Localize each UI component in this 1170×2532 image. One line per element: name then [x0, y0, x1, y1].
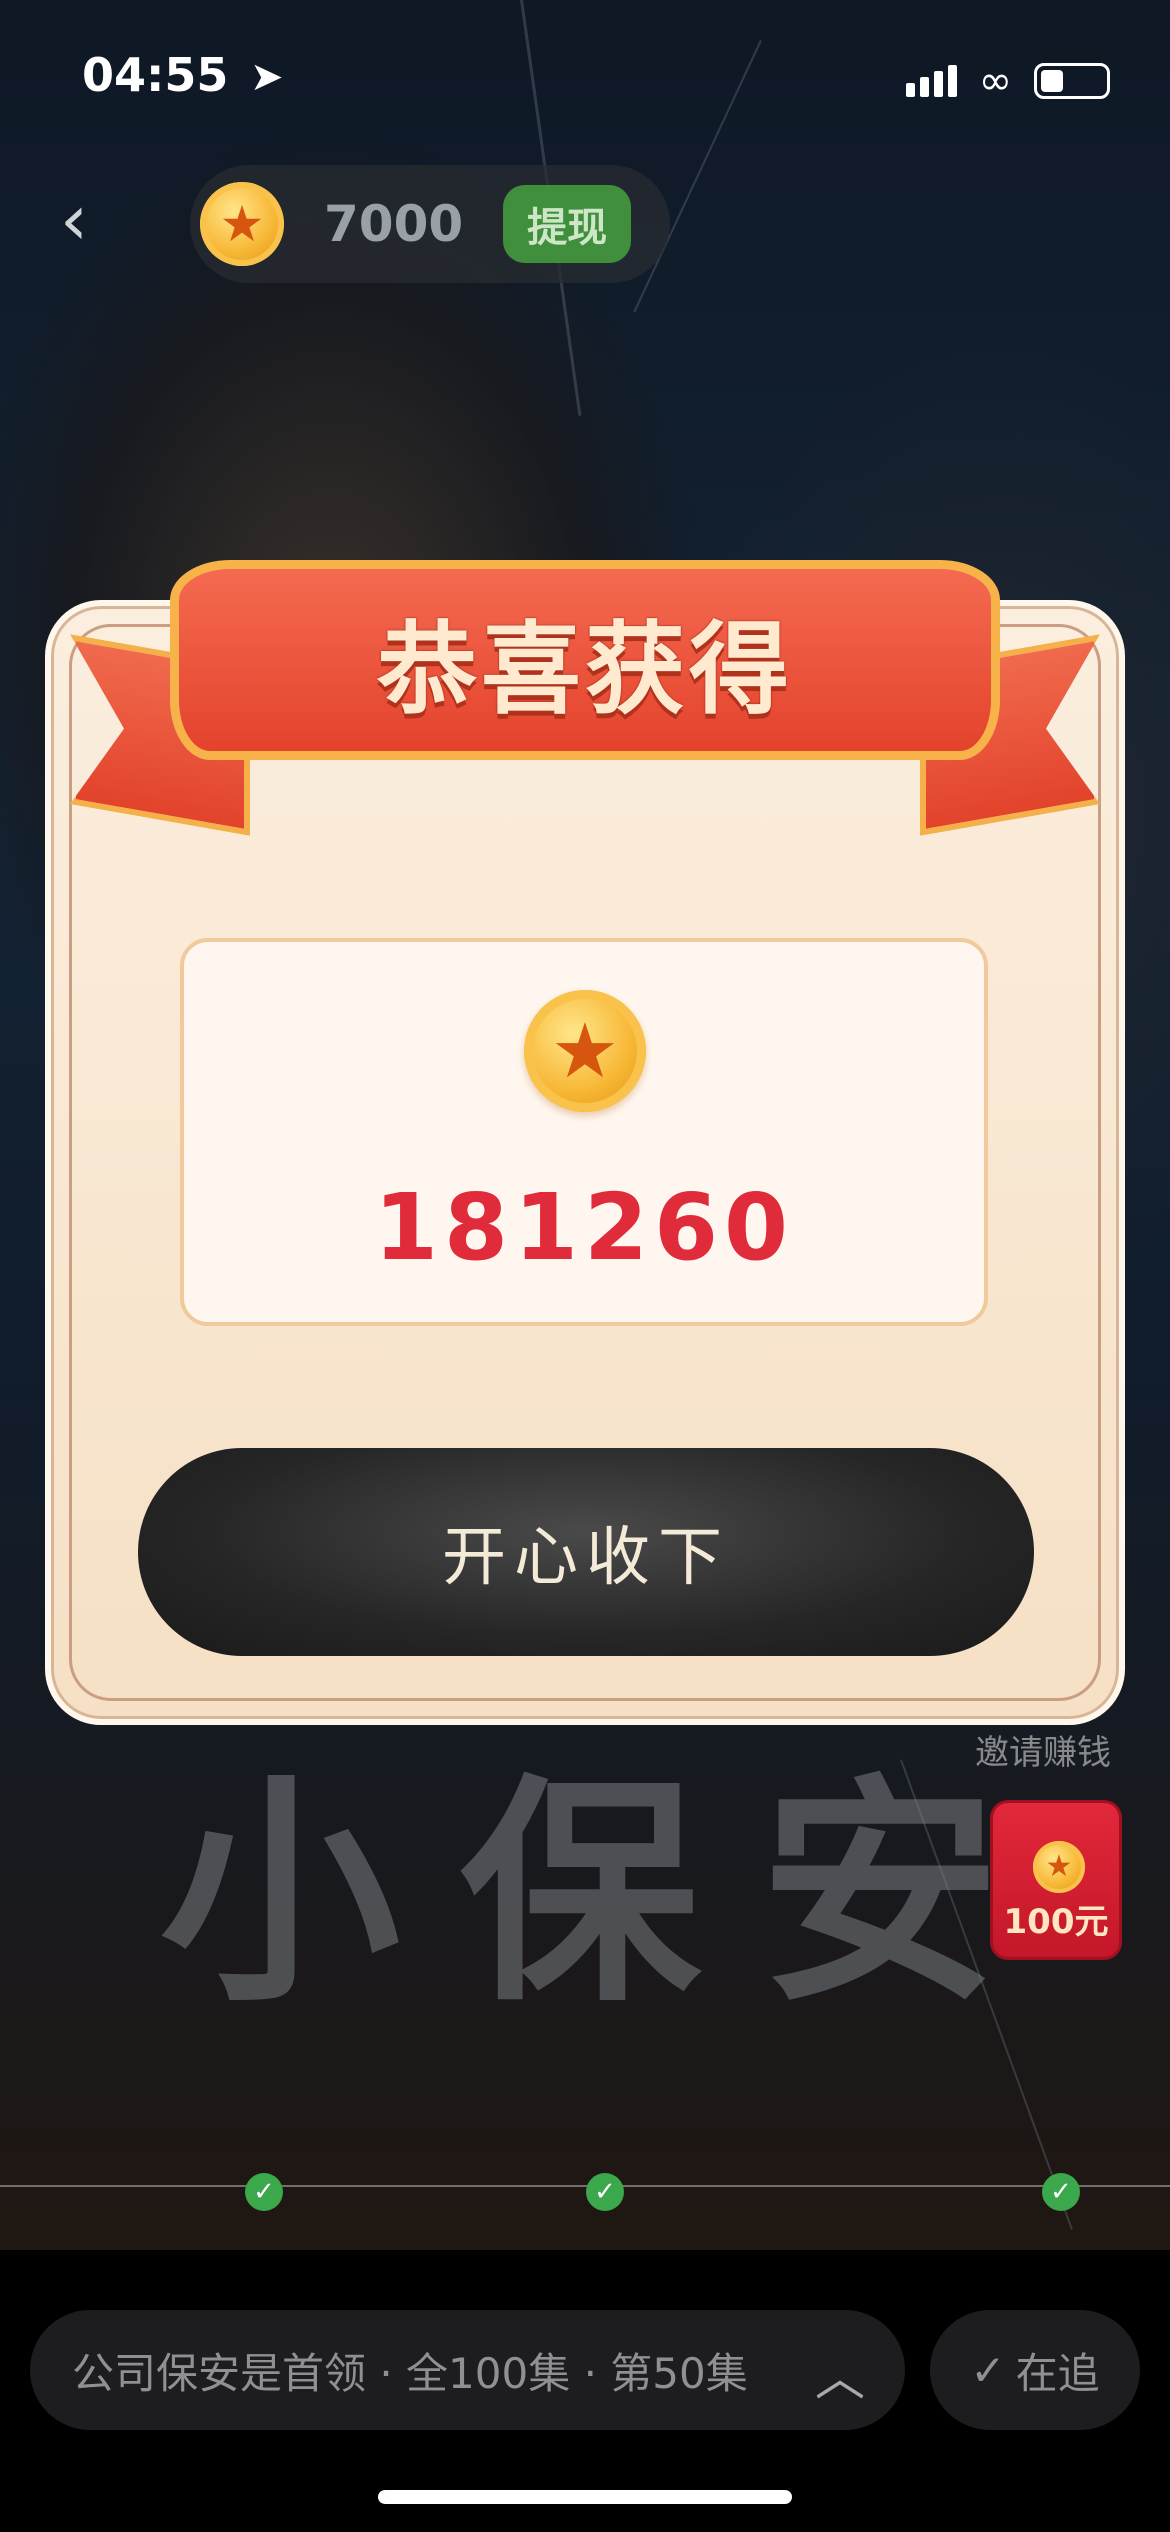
location-arrow-icon: ➤: [250, 54, 284, 100]
coin-balance: 7000: [324, 195, 464, 253]
link-icon: ∞: [978, 58, 1012, 104]
follow-label: 在追: [1015, 2348, 1100, 2398]
status-time: 04:55: [82, 48, 229, 102]
series-info-pill[interactable]: 公司保安是首领 · 全100集 · 第50集 ︿: [30, 2310, 905, 2430]
coin-icon: ★: [200, 182, 284, 266]
chevron-up-icon: ︿: [815, 2349, 865, 2407]
episode-progress-line: [0, 2185, 1170, 2187]
modal-title-ribbon: 恭喜获得: [170, 560, 1000, 760]
home-indicator[interactable]: [378, 2490, 792, 2504]
back-chevron-icon[interactable]: ‹: [60, 185, 120, 255]
reward-box: ★ 181260: [180, 938, 988, 1326]
coin-icon: ★: [1033, 1841, 1085, 1893]
red-envelope-label: 100元: [1003, 1902, 1109, 1942]
invite-earn-link[interactable]: 邀请赚钱: [975, 1725, 1111, 1774]
signal-icon: [905, 65, 957, 97]
coin-balance-pill[interactable]: ★ 7000 提现: [190, 165, 670, 283]
coin-icon: ★: [524, 990, 646, 1112]
checkmark-icon: ✓: [586, 2173, 624, 2211]
reward-amount: 181260: [373, 1174, 795, 1281]
checkmark-icon: ✓: [970, 2345, 1006, 2395]
red-envelope-widget[interactable]: ★ 100元: [990, 1800, 1122, 1960]
status-bar: 04:55 ➤ ∞: [0, 40, 1170, 120]
follow-button[interactable]: ✓ 在追: [930, 2310, 1140, 2430]
modal-title: 恭喜获得: [377, 610, 793, 728]
accept-reward-button[interactable]: 开心收下: [138, 1448, 1034, 1656]
withdraw-button[interactable]: 提现: [503, 185, 632, 263]
series-info-text: 公司保安是首领 · 全100集 · 第50集: [72, 2348, 748, 2398]
checkmark-icon: ✓: [245, 2173, 283, 2211]
battery-icon: [1034, 63, 1110, 99]
checkmark-icon: ✓: [1042, 2173, 1080, 2211]
